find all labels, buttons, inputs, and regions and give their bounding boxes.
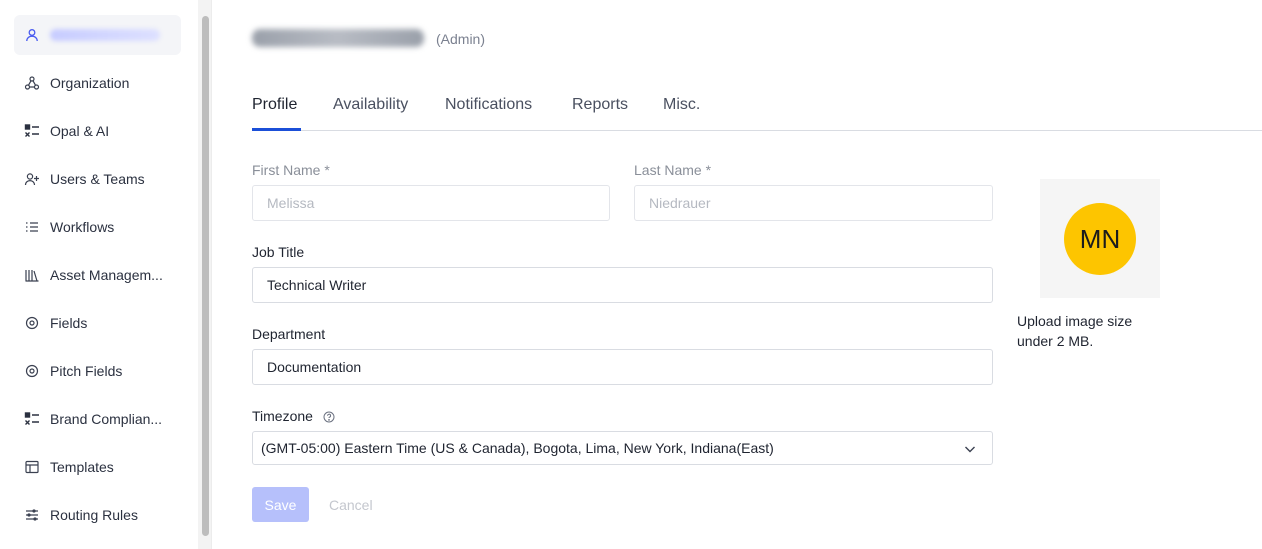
sidebar-item-pitch-fields[interactable]: Pitch Fields — [14, 351, 181, 391]
field-icon — [23, 362, 41, 380]
sidebar-item-label: Pitch Fields — [50, 363, 123, 379]
user-role: (Admin) — [436, 31, 486, 47]
sidebar-item-label: Fields — [50, 315, 88, 331]
first-name-label: First Name * — [252, 162, 330, 178]
sidebar: Organization Opal & AI Users & Teams Wor… — [0, 0, 198, 549]
help-circle-icon[interactable] — [323, 410, 335, 423]
save-button[interactable]: Save — [252, 487, 309, 522]
department-label: Department — [252, 326, 326, 342]
user-icon — [23, 26, 41, 44]
organization-icon — [23, 74, 41, 92]
sidebar-item-label: Asset Managem... — [50, 267, 163, 283]
sidebar-item-organization[interactable]: Organization — [14, 63, 181, 103]
timezone-label: Timezone — [252, 408, 313, 424]
add-user-icon — [23, 170, 41, 188]
library-icon — [23, 266, 41, 284]
tab-misc[interactable]: Misc. — [663, 96, 700, 114]
checklist-icon — [23, 410, 41, 428]
last-name-label: Last Name * — [634, 162, 712, 178]
department-input[interactable]: Documentation — [252, 349, 993, 385]
routing-icon — [23, 506, 41, 524]
sidebar-item-label: Organization — [50, 75, 130, 91]
timezone-selected-value: (GMT-05:00) Eastern Time (US & Canada), … — [261, 440, 774, 456]
first-name-field: Melissa — [252, 185, 610, 221]
timezone-select[interactable]: (GMT-05:00) Eastern Time (US & Canada), … — [252, 431, 993, 465]
sidebar-item-templates[interactable]: Templates — [14, 447, 181, 487]
sidebar-item-my-profile[interactable] — [14, 15, 181, 55]
last-name-field: Niedrauer — [634, 185, 993, 221]
user-name-redacted — [252, 29, 424, 47]
field-icon — [23, 314, 41, 332]
sidebar-item-opal-ai[interactable]: Opal & AI — [14, 111, 181, 151]
profile-tabs: Profile Availability Notifications Repor… — [252, 86, 1262, 131]
upload-size-note: Upload image size under 2 MB. — [1017, 313, 1133, 349]
sidebar-item-label: Brand Complian... — [50, 411, 163, 427]
sidebar-item-workflows[interactable]: Workflows — [14, 207, 181, 247]
sidebar-item-label: Opal & AI — [50, 123, 110, 139]
sidebar-item-label: Users & Teams — [50, 171, 145, 187]
sidebar-item-routing-rules[interactable]: Routing Rules — [14, 495, 181, 535]
sidebar-item-label: Templates — [50, 459, 114, 475]
template-icon — [23, 458, 41, 476]
tab-profile[interactable]: Profile — [252, 96, 297, 114]
tab-reports[interactable]: Reports — [572, 96, 628, 114]
sidebar-item-label: Routing Rules — [50, 507, 138, 523]
job-title-input[interactable]: Technical Writer — [252, 267, 993, 303]
sidebar-item-brand-compliance[interactable]: Brand Complian... — [14, 399, 181, 439]
tab-availability[interactable]: Availability — [333, 96, 408, 114]
cancel-button[interactable]: Cancel — [329, 487, 373, 522]
sidebar-scrollbar-thumb[interactable] — [202, 16, 209, 536]
sidebar-item-users-teams[interactable]: Users & Teams — [14, 159, 181, 199]
workflow-list-icon — [23, 218, 41, 236]
active-tab-indicator — [252, 128, 301, 131]
avatar: MN — [1064, 203, 1136, 275]
avatar-upload-area[interactable]: MN — [1040, 179, 1160, 298]
sidebar-item-label — [50, 29, 160, 41]
job-title-label: Job Title — [252, 244, 305, 260]
sidebar-item-label: Workflows — [50, 219, 115, 235]
chevron-down-icon — [962, 441, 978, 457]
checklist-icon — [23, 122, 41, 140]
sidebar-item-asset-management[interactable]: Asset Managem... — [14, 255, 181, 295]
tab-notifications[interactable]: Notifications — [445, 96, 532, 114]
sidebar-item-fields[interactable]: Fields — [14, 303, 181, 343]
